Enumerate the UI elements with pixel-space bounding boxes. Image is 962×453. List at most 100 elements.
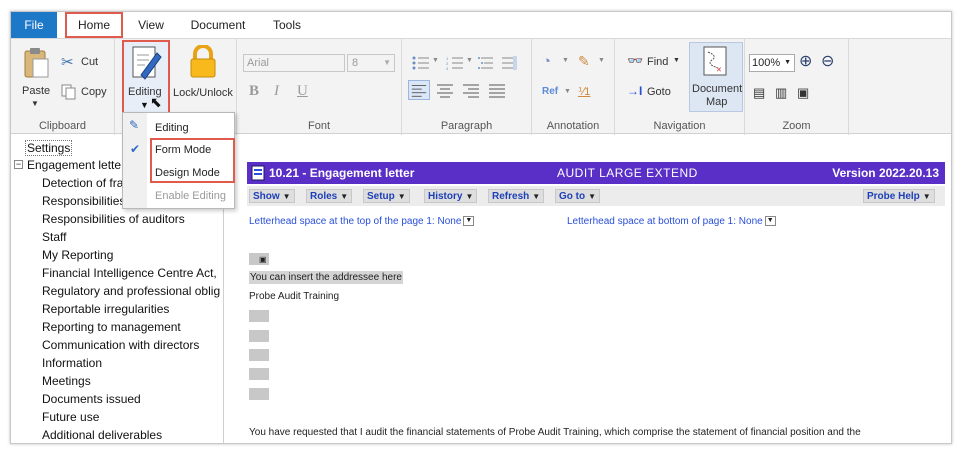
- tree-item[interactable]: Reporting to management: [42, 320, 181, 334]
- lock-unlock-button[interactable]: Lock/Unlock: [173, 43, 235, 109]
- paragraph-icon[interactable]: [502, 56, 518, 70]
- chevron-down-icon[interactable]: ▼: [564, 88, 571, 95]
- italic-button[interactable]: I: [274, 83, 279, 100]
- tree-item[interactable]: Responsibilities: [42, 194, 125, 208]
- menu-bar: File Home View Document Tools: [11, 12, 951, 38]
- document-toolbar: Show ▼ Roles ▼ Setup ▼ History ▼ Refresh ▼ Go…: [247, 186, 945, 206]
- find-button[interactable]: 👓 Find ▼: [627, 53, 685, 71]
- tree-item[interactable]: Additional deliverables: [42, 428, 162, 442]
- paste-button[interactable]: Paste ▼: [19, 45, 53, 111]
- address-line-field[interactable]: [249, 349, 269, 361]
- copy-button[interactable]: Copy: [61, 83, 111, 101]
- tree-item[interactable]: Staff: [42, 230, 66, 244]
- tree-item[interactable]: Information: [42, 356, 102, 370]
- color-wheel-icon[interactable]: ◔: [542, 53, 551, 70]
- pen-document-icon: [132, 46, 162, 80]
- tree-item[interactable]: Future use: [42, 410, 99, 424]
- find-label: Find: [647, 56, 669, 68]
- chevron-down-icon: ▼: [588, 192, 597, 201]
- align-left-icon[interactable]: [408, 80, 430, 100]
- zoom-select[interactable]: 100% ▼: [749, 54, 795, 72]
- zoom-group-label: Zoom: [782, 120, 811, 132]
- collapse-icon[interactable]: −: [14, 160, 23, 169]
- reference-icon[interactable]: Ref: [542, 86, 558, 97]
- cut-button[interactable]: ✂ Cut: [61, 53, 107, 71]
- font-size-value: 8: [352, 57, 359, 69]
- tree-item[interactable]: Regulatory and professional oblig: [42, 284, 220, 298]
- tree-item[interactable]: Documents issued: [42, 392, 141, 406]
- editing-button[interactable]: Editing ▼ ⬉: [122, 40, 170, 114]
- navigation-group-label: Navigation: [653, 120, 706, 132]
- full-screen-icon[interactable]: ▣: [797, 85, 809, 101]
- tree-item[interactable]: Meetings: [42, 374, 91, 388]
- font-name-value: Arial: [247, 57, 270, 69]
- navigation-group: 👓 Find ▼ →I Goto ✕ Document Map Navigati…: [615, 39, 745, 135]
- tree-item-engagement-letter[interactable]: Engagement lette: [27, 158, 121, 172]
- letterhead-bottom-field[interactable]: Letterhead space at bottom of page 1: No…: [567, 216, 776, 227]
- underline-button[interactable]: U: [297, 83, 308, 100]
- highlighter-icon[interactable]: ✎: [578, 53, 590, 70]
- chevron-down-icon[interactable]: ▼: [562, 57, 569, 64]
- tab-file[interactable]: File: [11, 12, 57, 38]
- address-line-field[interactable]: [249, 368, 269, 380]
- roles-menu-button[interactable]: Roles ▼: [306, 189, 353, 203]
- address-line-field[interactable]: [249, 310, 269, 322]
- tree-item[interactable]: Reportable irregularities: [42, 302, 169, 316]
- chevron-down-icon: ▼: [140, 100, 149, 110]
- tree-item[interactable]: My Reporting: [42, 248, 113, 262]
- tree-item[interactable]: Financial Intelligence Centre Act,: [42, 266, 217, 280]
- refresh-menu-button[interactable]: Refresh ▼: [488, 189, 545, 203]
- chevron-down-icon: ▼: [764, 216, 776, 227]
- chevron-down-icon: ▼: [922, 192, 931, 201]
- chevron-down-icon: ▼: [340, 192, 349, 201]
- chevron-down-icon[interactable]: ▼: [466, 57, 473, 64]
- align-center-icon[interactable]: [435, 81, 455, 99]
- bullet-list-icon[interactable]: [412, 56, 430, 70]
- chevron-down-icon: ▼: [31, 99, 39, 108]
- zoom-out-icon[interactable]: ⊖: [821, 51, 834, 71]
- address-line-field[interactable]: [249, 330, 269, 342]
- numbering-icon[interactable]: ⅟1: [578, 85, 590, 98]
- tab-home[interactable]: Home: [65, 12, 123, 38]
- tree-item[interactable]: Communication with directors: [42, 338, 199, 352]
- show-menu-button[interactable]: Show ▼: [249, 189, 295, 203]
- multilevel-list-icon[interactable]: [478, 56, 494, 70]
- chevron-down-icon: ▼: [383, 58, 391, 67]
- document-pane: 10.21 - Engagement letter AUDIT LARGE EX…: [225, 135, 951, 443]
- chevron-down-icon[interactable]: ▼: [598, 57, 605, 64]
- fit-width-icon[interactable]: ▥: [775, 85, 787, 101]
- zoom-in-icon[interactable]: ⊕: [799, 51, 812, 71]
- tree-item[interactable]: Detection of fra: [42, 176, 123, 190]
- address-line-field[interactable]: [249, 388, 269, 400]
- setup-menu-button[interactable]: Setup ▼: [363, 189, 410, 203]
- addressee-placeholder[interactable]: You can insert the addressee here: [249, 271, 403, 284]
- font-size-select[interactable]: 8 ▼: [347, 54, 395, 72]
- svg-text:3: 3: [446, 66, 449, 70]
- small-table-icon[interactable]: ▣: [259, 255, 267, 264]
- font-group: Arial 8 ▼ B I U Font: [237, 39, 402, 135]
- tree-item[interactable]: Responsibilities of auditors: [42, 212, 185, 226]
- numbered-list-icon[interactable]: 123: [446, 56, 464, 70]
- menu-item-editing[interactable]: Editing: [155, 122, 189, 134]
- menu-item-enable-editing[interactable]: Enable Editing: [155, 190, 226, 202]
- probe-help-button[interactable]: Probe Help ▼: [863, 189, 935, 203]
- bold-button[interactable]: B: [249, 83, 259, 100]
- letterhead-top-field[interactable]: Letterhead space at the top of the page …: [249, 216, 475, 227]
- tab-view[interactable]: View: [131, 12, 171, 38]
- font-name-select[interactable]: Arial: [243, 54, 345, 72]
- align-right-icon[interactable]: [461, 81, 481, 99]
- justify-icon[interactable]: [487, 81, 507, 99]
- cut-label: Cut: [81, 56, 99, 68]
- tab-tools[interactable]: Tools: [265, 12, 309, 38]
- paragraph-group-label: Paragraph: [440, 120, 493, 132]
- tree-item-settings[interactable]: Settings: [25, 140, 73, 156]
- chevron-down-icon[interactable]: ▼: [432, 57, 439, 64]
- tab-document[interactable]: Document: [185, 12, 251, 38]
- document-map-button[interactable]: ✕ Document Map: [689, 42, 743, 112]
- fit-page-icon[interactable]: ▤: [753, 85, 765, 101]
- copy-label: Copy: [81, 86, 107, 98]
- history-menu-button[interactable]: History ▼: [424, 189, 478, 203]
- goto-menu-button[interactable]: Go to ▼: [555, 189, 601, 203]
- goto-button[interactable]: →I Goto: [627, 83, 681, 101]
- screenshot-frame: File Home View Document Tools Paste ▼ ✂ …: [0, 0, 962, 453]
